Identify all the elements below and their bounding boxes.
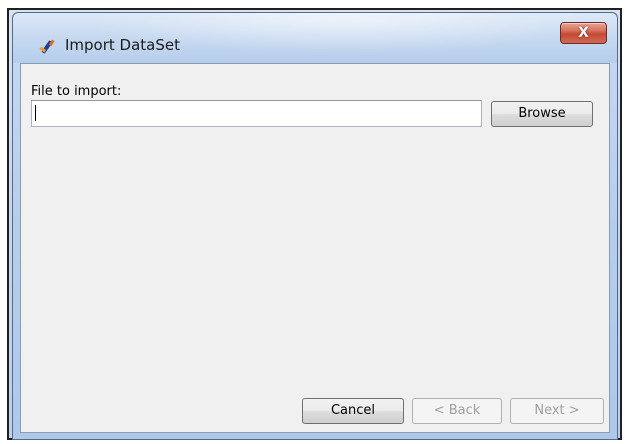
import-dataset-window: Import DataSet X File to import: Browse … xyxy=(12,12,618,440)
cancel-button[interactable]: Cancel xyxy=(302,398,404,424)
app-icon xyxy=(39,39,55,54)
close-button[interactable]: X xyxy=(560,22,607,44)
text-caret xyxy=(35,105,36,121)
title-bar[interactable]: Import DataSet X xyxy=(13,13,617,63)
browse-button[interactable]: Browse xyxy=(491,101,593,127)
file-to-import-label: File to import: xyxy=(31,84,122,99)
dialog-content: File to import: Browse Cancel < Back Nex… xyxy=(20,63,610,433)
next-button[interactable]: Next > xyxy=(510,398,604,424)
file-path-input[interactable] xyxy=(31,100,482,127)
back-button[interactable]: < Back xyxy=(412,398,502,424)
window-title: Import DataSet xyxy=(65,36,180,54)
